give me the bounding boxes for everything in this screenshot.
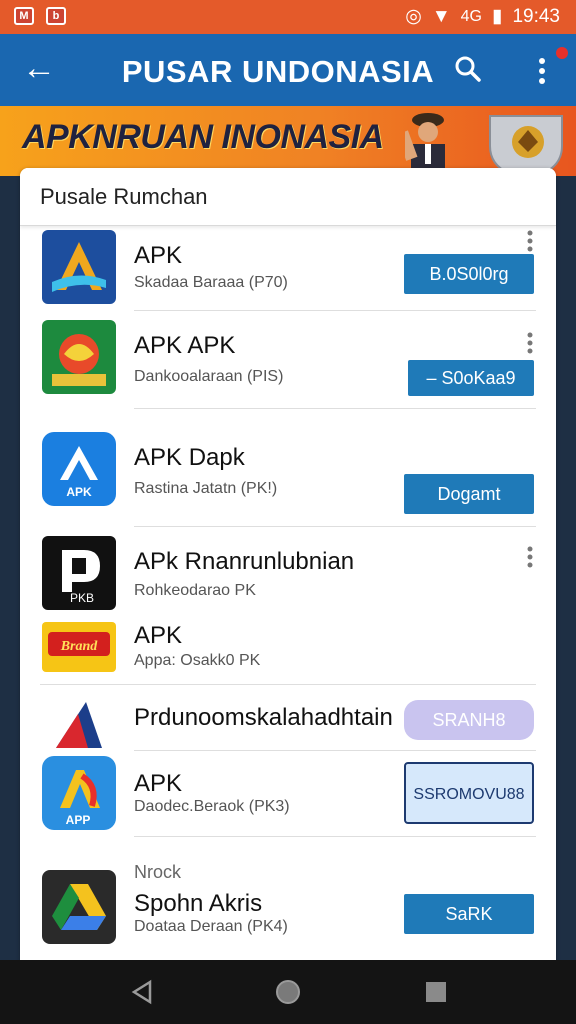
red-blue-triangle-icon — [42, 698, 116, 750]
search-icon[interactable] — [454, 55, 482, 83]
clock: 19:43 — [512, 5, 560, 27]
back-triangle-icon[interactable] — [128, 978, 156, 1006]
notification-icons: M b — [14, 7, 66, 25]
alarm-icon: ◎ — [405, 6, 422, 27]
app-subtitle: Rastina Jatatn (PK!) — [134, 480, 278, 497]
list-header-label: Pusale Rumchan — [40, 184, 208, 209]
shield-emblem-icon — [489, 115, 563, 176]
install-button[interactable]: B.0S0l0rg — [404, 254, 534, 294]
item-menu-icon[interactable] — [526, 332, 534, 354]
divider — [134, 750, 536, 751]
item-menu-icon[interactable] — [526, 546, 534, 568]
app-subtitle: Dankooalaraan (PIS) — [134, 368, 284, 385]
svg-text:APP: APP — [66, 813, 91, 827]
apk-blue-a-icon: APK — [42, 432, 116, 506]
app-subtitle: Appa: Osakk0 PK — [134, 652, 261, 669]
list-header: Pusale Rumchan — [20, 168, 556, 226]
officer-figure-icon — [405, 113, 445, 176]
back-arrow-icon[interactable]: ← — [22, 48, 56, 88]
app-subtitle: Skadaa Baraaa (P70) — [134, 274, 288, 291]
app-list-card: Pusale Rumchan APK Skadaa Baraaa (P70) B… — [20, 168, 556, 968]
svg-text:Brand: Brand — [60, 639, 99, 654]
app-name: Prdunoomskalahadhtain — [134, 704, 393, 731]
home-circle-icon[interactable] — [274, 978, 302, 1006]
list-item[interactable]: Prdunoomskalahadhtain SRANH8 — [20, 696, 556, 752]
promo-banner[interactable]: APKNRUAN INONASIA — [0, 106, 576, 176]
divider — [134, 526, 536, 527]
app-notification-icon: b — [46, 7, 66, 25]
apk-a-logo-icon — [42, 230, 116, 304]
install-button[interactable]: SRANH8 — [404, 700, 534, 740]
list-item[interactable]: Brand APK Appa: Osakk0 PK — [20, 622, 556, 682]
recents-square-icon[interactable] — [422, 978, 450, 1006]
app-name: APK — [134, 622, 183, 649]
system-nav-bar — [0, 960, 576, 1024]
app-name: APk Rnanrunlubnian — [134, 548, 355, 575]
app-bar: ← PUSAR UNDONASIA — [0, 34, 576, 106]
divider — [134, 310, 536, 311]
garuda-emblem-icon — [42, 320, 116, 394]
item-caption: Nrock — [134, 862, 182, 882]
gmail-notification-icon: M — [14, 7, 34, 25]
app-name: APK — [134, 242, 183, 269]
drive-triangle-icon — [42, 870, 116, 944]
app-name: APK — [134, 770, 183, 797]
app-name: Spohn Akris — [134, 890, 263, 917]
install-button[interactable]: SSROMOVU88 — [404, 762, 534, 824]
install-button[interactable]: SaRK — [404, 894, 534, 934]
banner-title: APKNRUAN INONASIA — [22, 118, 384, 156]
app-name: APK APK — [134, 332, 236, 359]
divider — [134, 836, 536, 837]
signal-indicator: 4G — [460, 7, 482, 25]
list-item[interactable]: APK APK Dapk Rastina Jatatn (PK!) Dogamt — [20, 432, 556, 514]
divider — [134, 408, 536, 409]
page-title: PUSAR UNDONASIA — [121, 54, 435, 89]
app-subtitle: Daodec.Beraok (PK3) — [134, 798, 290, 815]
wifi-icon: ▼ — [431, 5, 451, 27]
list-item[interactable]: Nrock Spohn Akris Doataa Deraan (PK4) Sa… — [20, 862, 556, 962]
app-subtitle: Doataa Deraan (PK4) — [134, 918, 288, 935]
app-name: APK Dapk — [134, 444, 245, 471]
app-a-gradient-icon: APP — [42, 756, 116, 830]
notification-dot — [556, 47, 568, 59]
list-item[interactable]: APP APK Daodec.Beraok (PK3) SSROMOVU88 — [20, 756, 556, 834]
app-subtitle: Rohkeodarao PK — [134, 582, 256, 599]
status-bar: M b ◎ ▼ 4G ▮ 19:43 — [0, 0, 576, 34]
list-item[interactable]: APK Skadaa Baraaa (P70) B.0S0l0rg — [20, 230, 556, 310]
item-menu-icon[interactable] — [526, 230, 534, 252]
svg-text:PKB: PKB — [70, 591, 94, 605]
list-item[interactable]: APK APK Dankooalaraan (PIS) – S0oKaa9 — [20, 320, 556, 406]
battery-icon: ▮ — [491, 6, 503, 27]
overflow-menu-icon[interactable] — [536, 56, 548, 86]
svg-text:APK: APK — [66, 485, 92, 499]
red-yellow-badge-icon: Brand — [42, 622, 116, 672]
list-item[interactable]: PKB APk Rnanrunlubnian Rohkeodarao PK — [20, 536, 556, 612]
install-button[interactable]: Dogamt — [404, 474, 534, 514]
black-p-logo-icon: PKB — [42, 536, 116, 610]
install-button[interactable]: – S0oKaa9 — [408, 360, 534, 396]
divider — [40, 684, 536, 685]
